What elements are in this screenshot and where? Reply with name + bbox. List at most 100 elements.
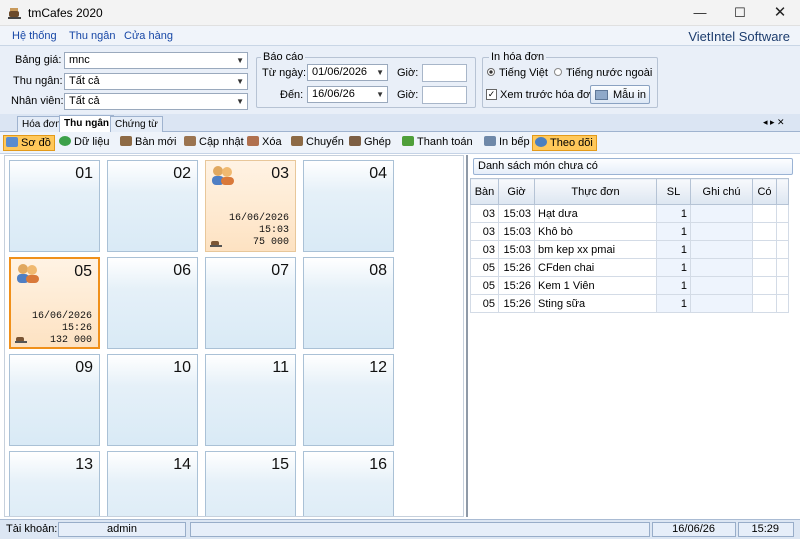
cap-nhat-button[interactable]: Cập nhật [182,135,247,151]
cup-icon [15,337,27,343]
column-header[interactable]: Giờ [498,178,535,205]
cell: 1 [656,294,691,313]
cell: 1 [656,240,691,259]
table-card[interactable]: 05 16/06/2026 15:26 132 000 [9,257,100,349]
table-row[interactable]: 05 15:26 Sting sữa 1 [470,294,789,313]
preview-checkbox[interactable]: ✓ [486,89,497,100]
customers-icon [17,264,39,283]
radio-foreign[interactable] [554,68,562,76]
tu-gio-input[interactable] [422,64,467,82]
thu-ngan-select[interactable]: Tất cả ▼ [64,73,248,90]
table-card[interactable]: 16 [303,451,394,516]
nhan-vien-select[interactable]: Tất cả ▼ [64,93,248,110]
table-number: 16 [369,456,387,473]
den-picker[interactable]: 16/06/26 ▼ [307,86,388,103]
radio-viet[interactable] [487,68,495,76]
table-map: 01 02 03 16/06/2026 15:03 75 000 04 05 16/06/202… [4,155,464,517]
table-number: 11 [272,359,289,376]
table-card[interactable]: 09 [9,354,100,446]
empty-cell [690,258,753,277]
table-card[interactable]: 02 [107,160,198,252]
column-header[interactable]: Thực đơn [534,178,657,205]
column-header[interactable]: SL [656,178,691,205]
table-number: 08 [369,262,387,279]
chuyen-button[interactable]: Chuyển [289,135,347,151]
app-cup-icon [8,8,21,19]
theo-doi-button[interactable]: Theo dõi [532,135,597,151]
close-button[interactable]: ✕ [760,0,800,26]
table-card[interactable]: 10 [107,354,198,446]
printer-icon [595,90,608,100]
tu-ngay-picker[interactable]: 01/06/2026 ▼ [307,64,388,81]
table-number: 07 [271,262,289,279]
table-card[interactable]: 07 [205,257,296,349]
den-gio-input[interactable] [422,86,467,104]
table-card[interactable]: 13 [9,451,100,516]
in-bep-button[interactable]: In bếp [482,135,533,151]
maximize-button[interactable]: ☐ [720,0,760,26]
chevron-down-icon: ▼ [376,68,384,77]
xoa-button[interactable]: Xóa [245,135,285,151]
table-row[interactable]: 05 15:26 CFden chai 1 [470,258,789,277]
tab-thu-ngan[interactable]: Thu ngân [59,115,114,132]
menu-cua-hang[interactable]: Cửa hàng [124,30,173,42]
empty-cell [776,222,789,241]
empty-cell [690,276,753,295]
table-date: 16/06/2026 [228,213,289,224]
cell: 15:03 [498,240,535,259]
tab-chung-tu[interactable]: Chứng từ [110,116,163,132]
cell: Sting sữa [534,294,657,313]
minimize-button[interactable]: — [680,0,720,26]
print-icon [484,136,496,146]
gio-label: Giờ: [397,89,419,101]
table-card[interactable]: 11 [205,354,296,446]
cell: 15:03 [498,204,535,223]
table-card[interactable]: 15 [205,451,296,516]
table-number: 10 [173,359,191,376]
table-card[interactable]: 06 [107,257,198,349]
du-lieu-button[interactable]: Dữ liệu [57,135,113,151]
table-card[interactable]: 04 [303,160,394,252]
nhan-vien-label: Nhân viên: [11,95,64,107]
empty-cell [752,222,777,241]
table-card[interactable]: 08 [303,257,394,349]
table-row[interactable]: 05 15:26 Kem 1 Viên 1 [470,276,789,295]
column-header[interactable]: Ghi chú [690,178,753,205]
cup-icon [120,136,132,146]
empty-cell [690,294,753,313]
table-card[interactable]: 12 [303,354,394,446]
table-card[interactable]: 03 16/06/2026 15:03 75 000 [205,160,296,252]
table-number: 05 [74,263,92,280]
ban-moi-button[interactable]: Bàn mới [118,135,179,151]
cell: 1 [656,276,691,295]
ghep-button[interactable]: Ghép [347,135,394,151]
table-row[interactable]: 03 15:03 Khô bò 1 [470,222,789,241]
table-card[interactable]: 14 [107,451,198,516]
mau-in-button[interactable]: Mẫu in [590,85,650,104]
menu-thu-ngan[interactable]: Thu ngân [69,30,115,42]
cell: 05 [470,294,499,313]
column-header[interactable]: Có [752,178,777,205]
empty-cell [690,222,753,241]
bang-gia-select[interactable]: mnc ▼ [64,52,248,69]
cell: 03 [470,204,499,223]
column-header[interactable]: Bàn [470,178,499,205]
empty-cell [776,240,789,259]
empty-cell [752,294,777,313]
tab-nav-icons[interactable]: ◂ ▸ ✕ [763,117,785,128]
tu-ngay-label: Từ ngày: [262,67,307,79]
status-date: 16/06/26 [652,522,736,537]
table-card[interactable]: 01 [9,160,100,252]
refresh-icon [59,136,71,146]
scrollbar[interactable] [466,155,468,517]
column-header-spacer [776,178,789,205]
thanh-toan-button[interactable]: Thanh toán [400,135,476,151]
window-title: tmCafes 2020 [28,6,103,20]
cell: 15:26 [498,258,535,277]
brand-label: VietIntel Software [688,29,790,44]
table-row[interactable]: 03 15:03 bm kep xx pmai 1 [470,240,789,259]
so-do-button[interactable]: Sơ đồ [3,135,55,151]
table-row[interactable]: 03 15:03 Hạt dưa 1 [470,204,789,223]
menu-he-thong[interactable]: Hệ thống [12,30,57,42]
empty-cell [776,294,789,313]
